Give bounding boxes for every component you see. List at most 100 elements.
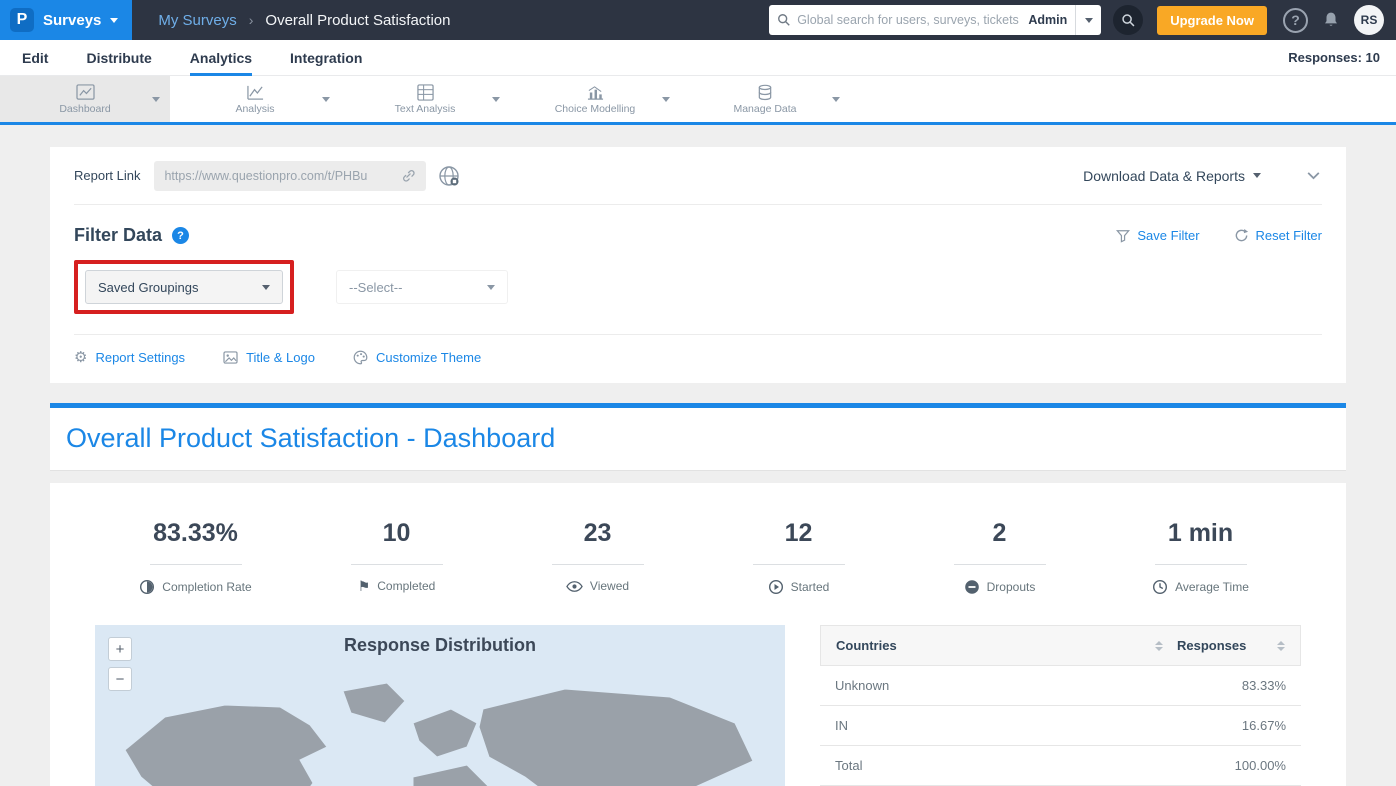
global-search: Admin [769, 5, 1101, 35]
tab-analytics[interactable]: Analytics [190, 40, 252, 76]
breadcrumb: My Surveys › Overall Product Satisfactio… [158, 12, 450, 29]
table-row: Unknown 83.33% [820, 666, 1301, 706]
toolbar-manage-data[interactable]: Manage Data [680, 76, 850, 122]
world-map [95, 665, 785, 786]
customize-theme-link[interactable]: Customize Theme [353, 350, 481, 365]
search-scope-dropdown[interactable] [1075, 5, 1101, 35]
filter-data-title: Filter Data [74, 225, 162, 246]
search-icon [777, 13, 791, 27]
zoom-in-button[interactable]: + [108, 637, 132, 661]
stat-completion-rate: 83.33% Completion Rate [95, 519, 296, 595]
country-cell: IN [835, 718, 848, 733]
dashboard-chart-icon [76, 84, 95, 101]
play-circle-icon [768, 579, 784, 595]
toolbar-choice-modelling[interactable]: Choice Modelling [510, 76, 680, 122]
responses-cell: 16.67% [1242, 718, 1286, 733]
chevron-down-icon [262, 285, 270, 290]
database-icon [756, 84, 774, 101]
grouping-select-value: --Select-- [349, 280, 402, 295]
flag-icon: ⚑ [358, 579, 371, 593]
notifications-bell-icon[interactable] [1322, 11, 1340, 29]
report-settings-link[interactable]: ⚙ Report Settings [74, 350, 185, 365]
chevron-down-icon[interactable] [152, 97, 160, 102]
responses-count: Responses: 10 [1288, 50, 1380, 65]
response-distribution-map[interactable]: Response Distribution + − [95, 625, 785, 786]
user-avatar[interactable]: RS [1354, 5, 1384, 35]
dashboard-summary-card: 83.33% Completion Rate 10 ⚑ Completed 23 [50, 483, 1346, 786]
saved-groupings-dropdown[interactable]: Saved Groupings [85, 270, 283, 304]
funnel-icon [1116, 229, 1130, 243]
chevron-down-icon [1253, 173, 1261, 178]
countries-header-label[interactable]: Countries [836, 638, 897, 653]
save-filter-button[interactable]: Save Filter [1116, 228, 1199, 243]
grouping-select-dropdown[interactable]: --Select-- [336, 270, 508, 304]
tab-integration[interactable]: Integration [290, 40, 362, 76]
title-logo-link[interactable]: Title & Logo [223, 350, 315, 365]
countries-table-header: Countries Responses [820, 625, 1301, 666]
toolbar-text-analysis[interactable]: Text Analysis [340, 76, 510, 122]
save-filter-label: Save Filter [1137, 228, 1199, 243]
global-search-box[interactable]: Admin [769, 5, 1075, 35]
reset-filter-label: Reset Filter [1256, 228, 1322, 243]
report-filter-panel: Report Link https://www.questionpro.com/… [50, 147, 1346, 383]
help-button[interactable]: ? [1283, 8, 1308, 33]
toolbar-label: Dashboard [59, 103, 110, 115]
countries-table: Countries Responses Unknown 83.33% IN 16… [820, 625, 1301, 786]
saved-groupings-value: Saved Groupings [98, 280, 198, 295]
chevron-down-icon[interactable] [832, 97, 840, 102]
chevron-down-icon[interactable] [322, 97, 330, 102]
tab-distribute[interactable]: Distribute [86, 40, 151, 76]
collapse-panel-chevron-icon[interactable] [1305, 167, 1322, 184]
stat-started: 12 Started [698, 519, 899, 595]
sort-icon[interactable] [1277, 641, 1285, 651]
stat-value: 2 [993, 519, 1007, 548]
breadcrumb-my-surveys[interactable]: My Surveys [158, 12, 236, 29]
reset-filter-button[interactable]: Reset Filter [1234, 228, 1322, 243]
table-row: IN 16.67% [820, 706, 1301, 746]
analysis-chart-icon [246, 84, 265, 101]
stat-viewed: 23 Viewed [497, 519, 698, 595]
map-title: Response Distribution [95, 625, 785, 656]
filter-help-icon[interactable]: ? [172, 227, 189, 244]
stat-completed: 10 ⚑ Completed [296, 519, 497, 595]
surveys-product-menu[interactable]: P Surveys [0, 0, 132, 40]
download-label: Download Data & Reports [1083, 168, 1245, 184]
stat-average-time: 1 min Average Time [1100, 519, 1301, 595]
refresh-icon [1234, 228, 1249, 243]
responses-header-label[interactable]: Responses [1177, 638, 1246, 653]
page-title: Overall Product Satisfaction - Dashboard [66, 423, 1330, 454]
sort-icon[interactable] [1155, 641, 1163, 651]
search-scope-label: Admin [1028, 13, 1067, 27]
toolbar-analysis[interactable]: Analysis [170, 76, 340, 122]
questionpro-logo: P [10, 8, 34, 32]
toolbar-label: Manage Data [733, 103, 796, 115]
stat-label: Started [791, 580, 830, 594]
responses-cell: 83.33% [1242, 678, 1286, 693]
stat-value: 83.33% [153, 519, 238, 548]
global-search-input[interactable] [797, 13, 1022, 27]
image-icon [223, 351, 238, 364]
upgrade-now-button[interactable]: Upgrade Now [1157, 6, 1267, 35]
breadcrumb-separator: › [249, 12, 254, 28]
report-link-url[interactable]: https://www.questionpro.com/t/PHBu [164, 169, 393, 183]
breadcrumb-current-survey: Overall Product Satisfaction [265, 12, 450, 29]
stat-label: Dropouts [987, 580, 1036, 594]
eye-icon [566, 580, 583, 593]
download-data-reports-menu[interactable]: Download Data & Reports [1083, 168, 1261, 184]
stat-label: Average Time [1175, 580, 1249, 594]
share-globe-icon[interactable] [438, 165, 460, 187]
link-icon[interactable] [401, 168, 416, 183]
stats-row: 83.33% Completion Rate 10 ⚑ Completed 23 [95, 519, 1301, 595]
chevron-down-icon[interactable] [492, 97, 500, 102]
chevron-down-icon [487, 285, 495, 290]
product-name: Surveys [43, 12, 101, 29]
advanced-search-button[interactable] [1113, 5, 1143, 35]
chevron-down-icon[interactable] [662, 97, 670, 102]
top-navbar: P Surveys My Surveys › Overall Product S… [0, 0, 1396, 40]
tab-edit[interactable]: Edit [22, 40, 48, 76]
report-link-field[interactable]: https://www.questionpro.com/t/PHBu [154, 161, 426, 191]
toolbar-dashboard[interactable]: Dashboard [0, 76, 170, 122]
search-icon [1121, 13, 1136, 28]
palette-icon [353, 350, 368, 365]
highlight-box: Saved Groupings [74, 260, 294, 314]
